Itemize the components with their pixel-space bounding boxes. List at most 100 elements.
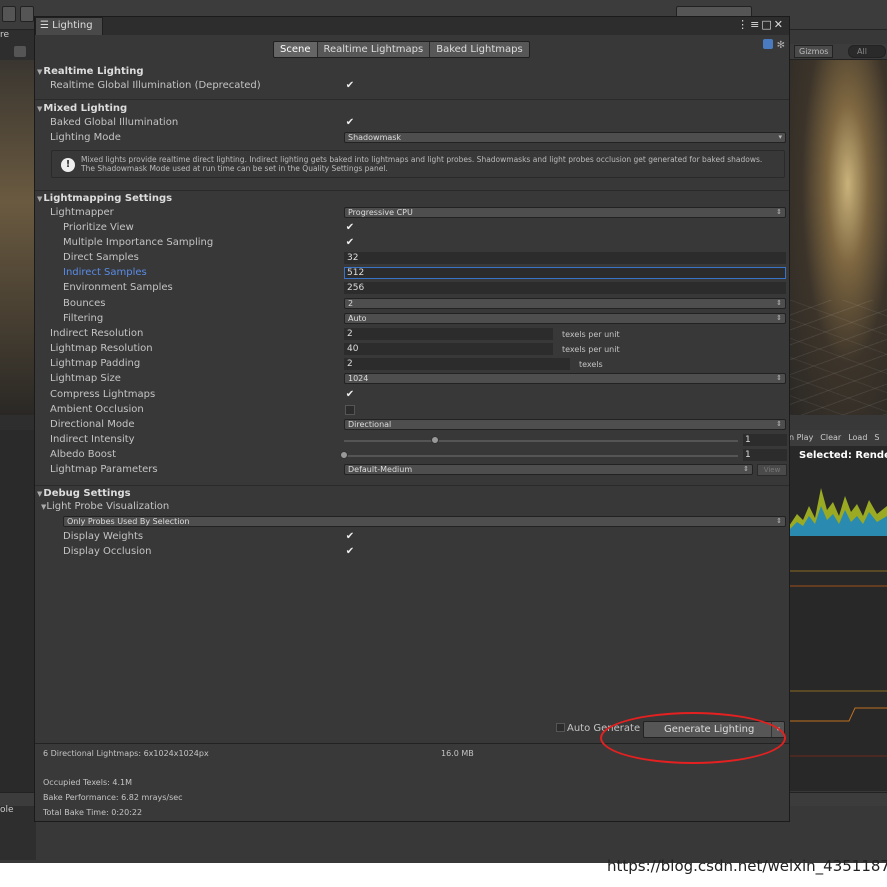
lighting-tab[interactable]: ☰ Lighting: [35, 17, 103, 35]
section-mixed-lighting[interactable]: ▼Mixed Lighting: [37, 103, 127, 114]
display-weights-checkbox[interactable]: ✔: [345, 532, 355, 542]
tab-baked-lightmaps[interactable]: Baked Lightmaps: [430, 42, 529, 57]
directional-mode-dropdown[interactable]: Directional ⇕: [344, 419, 786, 430]
bounces-dropdown[interactable]: 2 ⇕: [344, 298, 786, 309]
divider: [35, 190, 789, 191]
console-tab-label[interactable]: ole: [0, 805, 14, 815]
environment-samples-input[interactable]: 256: [344, 282, 786, 294]
section-title: Realtime Lighting: [43, 66, 144, 77]
left-panel-label: re: [0, 30, 10, 40]
prioritize-view-checkbox[interactable]: ✔: [345, 223, 355, 233]
filtering-label: Filtering: [63, 313, 104, 324]
light-probe-visualization-foldout[interactable]: ▼Light Probe Visualization: [41, 501, 169, 513]
light-probe-visualization-label: Light Probe Visualization: [46, 501, 170, 512]
section-title: Lightmapping Settings: [43, 193, 173, 204]
total-bake-time: Total Bake Time: 0:20:22: [43, 808, 143, 817]
albedo-boost-label: Albedo Boost: [50, 449, 116, 460]
lightmap-padding-input[interactable]: 2: [344, 358, 570, 370]
direct-samples-label: Direct Samples: [63, 252, 139, 263]
profiler-selected-label: Selected: Render: [799, 450, 887, 461]
lightmap-resolution-input[interactable]: 40: [344, 343, 553, 355]
lightmapper-label: Lightmapper: [50, 207, 114, 218]
scene-grid: [789, 300, 887, 415]
indirect-intensity-slider[interactable]: [344, 440, 738, 442]
probe-visualization-dropdown[interactable]: Only Probes Used By Selection ⇕: [63, 516, 786, 527]
section-realtime-lighting[interactable]: ▼Realtime Lighting: [37, 66, 144, 77]
lighting-mode-label: Lighting Mode: [50, 132, 121, 143]
section-debug-settings[interactable]: ▼Debug Settings: [37, 488, 131, 499]
baked-gi-checkbox[interactable]: ✔: [345, 118, 355, 128]
divider: [35, 99, 789, 100]
lightmap-padding-unit: texels: [579, 360, 603, 369]
info-icon: !: [61, 158, 75, 172]
menu-icon: ☰: [40, 20, 53, 31]
bake-performance: Bake Performance: 6.82 mrays/sec: [43, 793, 183, 802]
directional-mode-value: Directional: [348, 420, 392, 429]
view-button[interactable]: View: [757, 464, 787, 476]
window-menu-icon[interactable]: ⋮≡: [737, 18, 761, 31]
auto-generate-checkbox[interactable]: [556, 723, 565, 732]
dropdown-arrow-icon: ⇕: [776, 299, 782, 307]
tab-scene[interactable]: Scene: [274, 42, 318, 57]
tab-realtime-lightmaps[interactable]: Realtime Lightmaps: [317, 42, 431, 57]
indirect-samples-input[interactable]: 512: [344, 267, 786, 279]
ambient-occlusion-checkbox[interactable]: [345, 405, 355, 415]
transform-tool-icon[interactable]: [20, 6, 34, 22]
profiler-save-button[interactable]: S: [874, 433, 879, 442]
lightmap-size-dropdown[interactable]: 1024 ⇕: [344, 373, 786, 384]
profiler-clear-button[interactable]: Clear: [820, 433, 841, 442]
section-lightmapping-settings[interactable]: ▼Lightmapping Settings: [37, 193, 172, 204]
albedo-boost-knob[interactable]: [340, 451, 348, 459]
indirect-intensity-knob[interactable]: [430, 436, 439, 444]
indirect-resolution-input[interactable]: 2: [344, 328, 553, 340]
direct-samples-input[interactable]: 32: [344, 252, 786, 264]
lightmapper-value: Progressive CPU: [348, 208, 413, 217]
indirect-intensity-input[interactable]: 1: [743, 434, 787, 446]
divider: [35, 485, 789, 486]
gear-icon[interactable]: ✻: [777, 40, 785, 51]
dropdown-arrow-icon: ⇕: [743, 465, 749, 473]
lighting-tabs: Scene Realtime Lightmaps Baked Lightmaps: [273, 41, 530, 58]
watermark: https://blog.csdn.net/weixin_43511871: [607, 857, 887, 875]
foldout-arrow-icon: ▼: [37, 490, 43, 498]
lighting-tab-label: Lighting: [52, 20, 93, 31]
rect-tool-icon[interactable]: [2, 6, 16, 22]
info-text: Mixed lights provide realtime direct lig…: [81, 155, 781, 173]
lighting-mode-dropdown[interactable]: Shadowmask ▾: [344, 132, 786, 143]
albedo-boost-input[interactable]: 1: [743, 449, 787, 461]
profiler-load-button[interactable]: Load: [848, 433, 867, 442]
compress-lightmaps-checkbox[interactable]: ✔: [345, 390, 355, 400]
lightmap-size-label: Lightmap Size: [50, 373, 121, 384]
close-icon[interactable]: ✕: [774, 18, 785, 31]
help-icon[interactable]: [763, 39, 774, 49]
display-occlusion-checkbox[interactable]: ✔: [345, 547, 355, 557]
maximize-icon[interactable]: □: [761, 18, 773, 31]
foldout-arrow-icon: ▼: [37, 195, 43, 203]
light-bulb-icon[interactable]: [14, 46, 26, 57]
realtime-gi-checkbox[interactable]: ✔: [345, 81, 355, 91]
scene-search-input[interactable]: All: [848, 45, 886, 58]
mis-label: Multiple Importance Sampling: [63, 237, 214, 248]
dropdown-arrow-icon: ⇕: [776, 208, 782, 216]
dropdown-arrow-icon: ⇕: [776, 420, 782, 428]
lighting-window: ☰ Lighting ⋮≡□✕ Scene Realtime Lightmaps…: [34, 16, 790, 822]
prioritize-view-label: Prioritize View: [63, 222, 134, 233]
albedo-boost-slider[interactable]: [344, 455, 738, 457]
lightmap-resolution-label: Lightmap Resolution: [50, 343, 153, 354]
profiler-play-button[interactable]: n Play: [789, 433, 813, 442]
dropdown-arrow-icon: ▾: [778, 133, 782, 141]
lightmap-parameters-dropdown[interactable]: Default-Medium ⇕: [344, 464, 753, 475]
mis-checkbox[interactable]: ✔: [345, 238, 355, 248]
gizmos-dropdown[interactable]: Gizmos: [794, 45, 834, 58]
probe-visualization-value: Only Probes Used By Selection: [67, 517, 190, 526]
dropdown-arrow-icon: ⇕: [776, 517, 782, 525]
profiler-toolbar: n Play Clear Load S: [789, 430, 887, 446]
window-titlebar: ☰ Lighting ⋮≡□✕: [35, 17, 789, 35]
display-occlusion-label: Display Occlusion: [63, 546, 152, 557]
indirect-samples-label: Indirect Samples: [63, 267, 147, 278]
foldout-arrow-icon: ▼: [37, 105, 43, 113]
lightmap-resolution-unit: texels per unit: [562, 345, 620, 354]
occupied-texels: Occupied Texels: 4.1M: [43, 778, 132, 787]
lightmapper-dropdown[interactable]: Progressive CPU ⇕: [344, 207, 786, 218]
filtering-dropdown[interactable]: Auto ⇕: [344, 313, 786, 324]
